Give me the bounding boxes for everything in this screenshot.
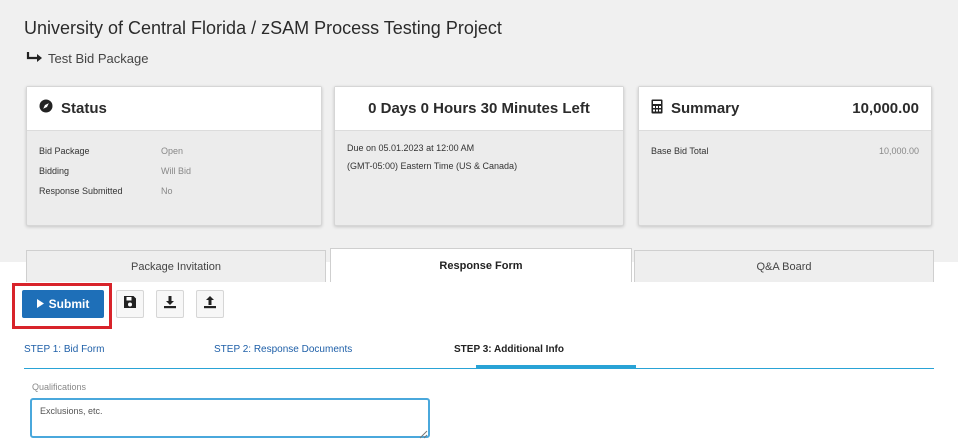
summary-row-value: 10,000.00 — [878, 146, 919, 156]
qualifications-field[interactable]: Exclusions, etc. — [30, 398, 430, 438]
tab-qa-board[interactable]: Q&A Board — [634, 250, 934, 282]
download-icon — [163, 295, 177, 314]
step-response-documents[interactable]: STEP 2: Response Documents — [214, 344, 352, 355]
bid-package-name: Test Bid Package — [48, 51, 149, 66]
summary-card-title: Summary — [671, 100, 740, 117]
status-row-label: Bidding — [39, 166, 70, 176]
breadcrumb: Test Bid Package — [26, 51, 148, 66]
summary-row-label: Base Bid Total — [651, 146, 709, 156]
qualifications-label: Qualifications — [32, 382, 87, 392]
compass-icon — [39, 99, 53, 118]
return-arrow-icon — [26, 51, 44, 66]
upload-button[interactable] — [196, 290, 224, 318]
status-row-value: Will Bid — [161, 166, 192, 176]
due-date: Due on 05.01.2023 at 12:00 AM — [347, 143, 475, 153]
timezone: (GMT-05:00) Eastern Time (US & Canada) — [347, 161, 518, 171]
status-card: Status Bid Package Open Bidding Will Bid R… — [26, 86, 322, 226]
active-step-indicator — [476, 365, 636, 368]
time-remaining-card: 0 Days 0 Hours 30 Minutes Left Due on 05… — [334, 86, 624, 226]
submit-label: Submit — [48, 297, 90, 311]
status-card-header: Status — [27, 87, 321, 131]
calculator-icon — [651, 99, 663, 119]
time-remaining-header: 0 Days 0 Hours 30 Minutes Left — [335, 87, 623, 131]
status-row-value: No — [161, 186, 173, 196]
step-tabs: STEP 1: Bid Form STEP 2: Response Docume… — [24, 338, 934, 369]
step-additional-info[interactable]: STEP 3: Additional Info — [454, 344, 564, 355]
status-row: Bid Package Open — [39, 141, 309, 161]
summary-card: Summary 10,000.00 Base Bid Total 10,000.… — [638, 86, 932, 226]
summary-card-header: Summary 10,000.00 — [639, 87, 931, 131]
status-row: Bidding Will Bid — [39, 161, 309, 181]
tab-package-invitation[interactable]: Package Invitation — [26, 250, 326, 282]
status-row-label: Response Submitted — [39, 186, 123, 196]
resize-grip-icon[interactable] — [418, 426, 428, 439]
save-button[interactable] — [116, 290, 144, 318]
download-button[interactable] — [156, 290, 184, 318]
summary-total: 10,000.00 — [852, 100, 919, 117]
page-title: University of Central Florida / zSAM Pro… — [24, 18, 502, 38]
upload-icon — [203, 295, 217, 314]
time-remaining-title: 0 Days 0 Hours 30 Minutes Left — [368, 100, 590, 117]
step-bid-form[interactable]: STEP 1: Bid Form — [24, 344, 104, 355]
submit-button[interactable]: Submit — [22, 290, 104, 318]
summary-row: Base Bid Total 10,000.00 — [651, 141, 919, 161]
save-icon — [123, 295, 137, 314]
play-icon — [36, 297, 44, 311]
tab-response-form[interactable]: Response Form — [330, 248, 632, 282]
status-row-label: Bid Package — [39, 146, 90, 156]
status-row-value: Open — [161, 146, 184, 156]
status-row: Response Submitted No — [39, 181, 309, 201]
status-card-title: Status — [61, 100, 107, 117]
